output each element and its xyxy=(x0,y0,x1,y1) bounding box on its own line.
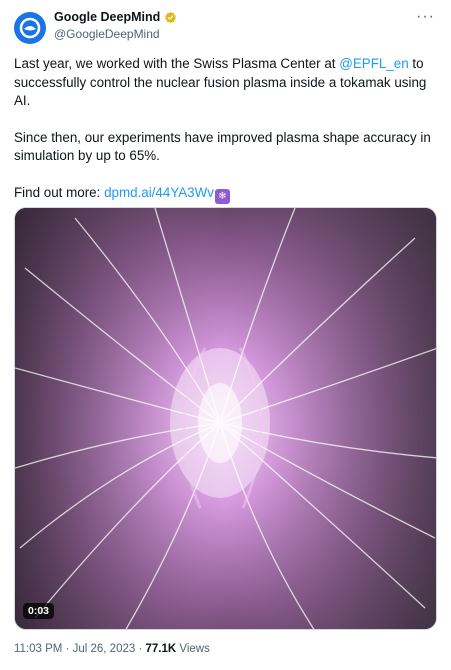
verified-badge-icon xyxy=(165,11,177,23)
video-player[interactable]: 0:03 xyxy=(14,207,437,630)
tweet-paragraph-1: Last year, we worked with the Swiss Plas… xyxy=(14,55,434,111)
tweet-date[interactable]: Jul 26, 2023 xyxy=(73,643,136,655)
views-count[interactable]: 77.1K xyxy=(146,643,177,655)
mention-link[interactable]: @EPFL_en xyxy=(339,56,408,71)
tweet-time[interactable]: 11:03 PM xyxy=(14,643,62,655)
p1-text-before: Last year, we worked with the Swiss Plas… xyxy=(14,56,340,71)
p3-text-before: Find out more: xyxy=(14,184,105,200)
tweet-paragraph-2: Since then, our experiments have improve… xyxy=(14,129,431,164)
external-link[interactable]: dpmd.ai/44YA3Wv xyxy=(104,185,214,200)
tweet-paragraph-3: Find out more: dpmd.ai/44YA3Wv ❄ xyxy=(14,184,434,204)
tweet: Google DeepMind @GoogleDeepMind ··· Last… xyxy=(0,0,451,670)
meta-separator: · xyxy=(62,643,73,655)
views-label: Views xyxy=(176,643,210,655)
author-name-row[interactable]: Google DeepMind xyxy=(54,10,177,24)
author-display-name[interactable]: Google DeepMind xyxy=(54,10,160,24)
author-avatar[interactable] xyxy=(14,12,46,44)
snowflake-emoji-icon: ❄ xyxy=(214,188,230,204)
author-handle[interactable]: @GoogleDeepMind xyxy=(54,27,160,41)
deepmind-logo-icon xyxy=(19,17,41,39)
video-thumbnail xyxy=(15,208,436,629)
video-duration-badge: 0:03 xyxy=(23,603,55,619)
more-options-icon[interactable]: ··· xyxy=(416,8,435,26)
meta-separator: · xyxy=(135,643,146,655)
tweet-meta: 11:03 PM · Jul 26, 2023 · 77.1K Views xyxy=(14,643,210,655)
tweet-text: Last year, we worked with the Swiss Plas… xyxy=(14,55,434,222)
